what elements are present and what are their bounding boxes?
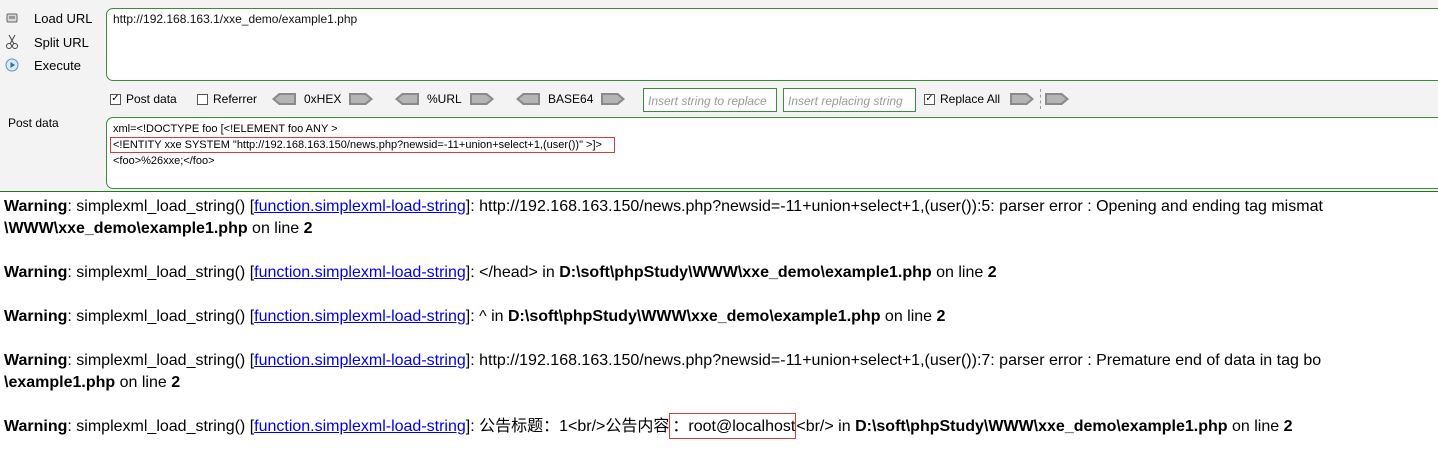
warning-2: Warning: simplexml_load_string() [functi…	[4, 262, 1438, 284]
warning-func-suffix: ]:	[465, 308, 480, 325]
hex-control: 0xHEX	[272, 87, 374, 111]
execute-label: Execute	[34, 57, 81, 73]
warning-message: </head> in	[479, 264, 560, 281]
replace-all-label: Replace All	[940, 92, 1001, 106]
play-icon	[4, 57, 20, 73]
function-link[interactable]: function.simplexml-load-string	[254, 308, 466, 325]
warning-message-tail: <br/> in	[796, 418, 856, 435]
warning-label: Warning	[4, 352, 68, 369]
post-data-label: Post data	[126, 92, 177, 106]
warning-3: Warning: simplexml_load_string() [functi…	[4, 306, 1438, 328]
url-encode-label: %URL	[427, 92, 462, 106]
function-link[interactable]: function.simplexml-load-string	[254, 264, 466, 281]
line-number: 2	[987, 264, 997, 281]
warning-label: Warning	[4, 198, 68, 215]
warning-4: Warning: simplexml_load_string() [functi…	[4, 350, 1438, 394]
hex-encode-arrow-icon[interactable]	[349, 93, 374, 105]
referrer-option[interactable]: Referrer	[197, 87, 257, 111]
url-decode-arrow-icon[interactable]	[395, 93, 419, 105]
replace-string-input[interactable]: Insert string to replace	[643, 88, 777, 112]
function-link[interactable]: function.simplexml-load-string	[254, 198, 466, 215]
hex-decode-arrow-icon[interactable]	[272, 93, 296, 105]
post-data-textarea[interactable]: xml=<!DOCTYPE foo [<!ELEMENT foo ANY > <…	[106, 117, 1438, 189]
options-row: ✓ Post data Referrer 0xHEX %URL BASE64 I…	[110, 87, 1438, 112]
function-link[interactable]: function.simplexml-load-string	[254, 352, 466, 369]
load-url-label: Load URL	[34, 10, 93, 26]
warning-func-suffix: ]:	[465, 198, 480, 215]
line-number: 2	[1283, 418, 1293, 435]
post-line-2: <!ENTITY xxe SYSTEM "http://192.168.163.…	[110, 137, 1438, 153]
on-line-text: on line	[1227, 418, 1284, 435]
warning-path: D:\soft\phpStudy\WWW\xxe_demo\example1.p…	[855, 418, 1228, 435]
base64-encode-arrow-icon[interactable]	[601, 93, 626, 105]
function-link[interactable]: function.simplexml-load-string	[254, 418, 466, 435]
line-number: 2	[171, 374, 181, 391]
warning-5: Warning: simplexml_load_string() [functi…	[4, 413, 1438, 439]
warning-label: Warning	[4, 308, 68, 325]
warning-func-prefix: : simplexml_load_string() [	[67, 352, 255, 369]
warning-path: \WWW\xxe_demo\example1.php	[4, 220, 248, 237]
warning-func-prefix: : simplexml_load_string() [	[67, 264, 255, 281]
hex-label: 0xHEX	[304, 92, 342, 106]
url-encode-control: %URL	[395, 87, 494, 111]
warning-func-suffix: ]:	[465, 264, 480, 281]
line-number: 2	[303, 220, 313, 237]
post-data-checkbox[interactable]: ✓	[110, 93, 121, 105]
hackbar-toolbar: Load URL Split URL Execute http://192.16…	[0, 0, 1438, 192]
on-line-text: on line	[247, 220, 304, 237]
base64-label: BASE64	[548, 92, 594, 106]
load-url-icon	[4, 10, 20, 26]
warning-label: Warning	[4, 264, 68, 281]
replace-arrow-icon[interactable]	[1010, 93, 1035, 105]
warning-path: \example1.php	[4, 374, 116, 391]
referrer-checkbox[interactable]	[197, 93, 208, 105]
php-output: Warning: simplexml_load_string() [functi…	[4, 196, 1438, 439]
post-data-option[interactable]: ✓ Post data	[110, 87, 177, 111]
warning-func-suffix: ]:	[465, 352, 480, 369]
warning-message: 公告标题：1<br/>公告内容	[479, 418, 670, 435]
warning-path: D:\soft\phpStudy\WWW\xxe_demo\example1.p…	[559, 264, 932, 281]
post-line-3: <foo>%26xxe;</foo>	[113, 155, 215, 167]
warning-message: ^ in	[479, 308, 508, 325]
replace-all-option[interactable]: ✓ Replace All	[924, 87, 1070, 111]
url-encode-arrow-icon[interactable]	[469, 93, 494, 105]
url-input[interactable]: http://192.168.163.1/xxe_demo/example1.p…	[106, 8, 1438, 81]
line-number: 2	[936, 308, 946, 325]
execute-button[interactable]: Execute	[4, 55, 81, 75]
warning-func-prefix: : simplexml_load_string() [	[67, 308, 255, 325]
post-data-field-label: Post data	[8, 116, 59, 130]
post-line-1: xml=<!DOCTYPE foo [<!ELEMENT foo ANY >	[113, 123, 338, 135]
replace-next-arrow-icon[interactable]	[1045, 93, 1070, 105]
referrer-label: Referrer	[213, 92, 258, 106]
toolbar-divider	[1040, 89, 1042, 109]
warning-func-prefix: : simplexml_load_string() [	[67, 418, 255, 435]
highlighted-entity-line: <!ENTITY xxe SYSTEM "http://192.168.163.…	[110, 137, 615, 153]
scissors-icon	[4, 34, 20, 50]
on-line-text: on line	[880, 308, 937, 325]
warning-func-prefix: : simplexml_load_string() [	[67, 198, 255, 215]
on-line-text: on line	[931, 264, 988, 281]
load-url-button[interactable]: Load URL	[4, 8, 93, 28]
highlighted-result: ：root@localhost	[669, 413, 797, 439]
replacing-string-input[interactable]: Insert replacing string	[783, 88, 916, 112]
warning-message: http://192.168.163.150/news.php?newsid=-…	[479, 198, 1323, 215]
on-line-text: on line	[115, 374, 172, 391]
split-url-button[interactable]: Split URL	[4, 32, 89, 52]
warning-1: Warning: simplexml_load_string() [functi…	[4, 196, 1438, 240]
replace-all-checkbox[interactable]: ✓	[924, 93, 935, 105]
warning-func-suffix: ]:	[465, 418, 480, 435]
warning-label: Warning	[4, 418, 68, 435]
warning-message: http://192.168.163.150/news.php?newsid=-…	[479, 352, 1322, 369]
split-url-label: Split URL	[34, 34, 89, 50]
warning-path: D:\soft\phpStudy\WWW\xxe_demo\example1.p…	[507, 308, 881, 325]
base64-decode-arrow-icon[interactable]	[516, 93, 540, 105]
base64-control: BASE64	[516, 87, 626, 111]
